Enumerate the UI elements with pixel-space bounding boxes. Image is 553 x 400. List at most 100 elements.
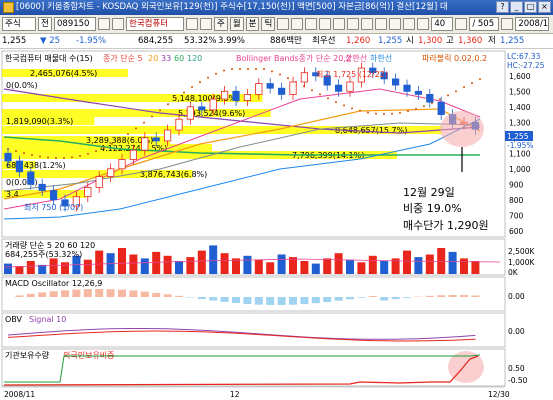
volume-bar bbox=[197, 250, 206, 274]
market-select[interactable]: 주식 bbox=[2, 17, 36, 31]
callout-weight: 비중 19.0% bbox=[403, 202, 462, 215]
parabolic-dot bbox=[143, 121, 145, 124]
candle-body bbox=[4, 152, 12, 162]
price-tick: 700 bbox=[509, 211, 524, 220]
candle-body bbox=[300, 72, 309, 83]
parabolic-dot bbox=[63, 156, 65, 159]
volume-bar bbox=[95, 250, 104, 274]
stock-name: 한국컴퓨터 bbox=[126, 17, 184, 31]
tool-icon-11[interactable] bbox=[417, 18, 430, 30]
parabolic-dot bbox=[55, 157, 57, 160]
maximize-button[interactable]: □ bbox=[524, 1, 537, 13]
tab-tick[interactable]: 틱 bbox=[261, 17, 276, 31]
volume-bar bbox=[83, 259, 92, 274]
parabolic-dot bbox=[87, 152, 89, 155]
trade-volume: 684,255 bbox=[138, 36, 174, 46]
obv-tick: 0.00 bbox=[508, 327, 525, 336]
stock-chart-svg[interactable]: 2,465,076(4.5%) 0(0.0%) 5,148,100(9.3%) 1,8… bbox=[0, 49, 553, 400]
low-price: 1,255 bbox=[500, 36, 525, 46]
candle-body bbox=[437, 101, 445, 115]
total-count: / 505 bbox=[469, 17, 500, 31]
macd-bar bbox=[448, 295, 457, 297]
macd-bar bbox=[425, 295, 434, 297]
macd-legend: MACD Oscillator 12,26,9 bbox=[5, 279, 102, 288]
price-tick: 600 bbox=[509, 227, 524, 236]
parabolic-dot bbox=[383, 112, 385, 115]
parabolic-dot bbox=[359, 109, 361, 112]
prev-icon[interactable] bbox=[186, 18, 198, 30]
macd-bar bbox=[209, 297, 218, 301]
price-tick: 1,300 bbox=[509, 118, 531, 127]
tab-month[interactable]: 월 bbox=[229, 17, 244, 31]
price-tick: 1,100 bbox=[509, 149, 531, 158]
tool-icon-6[interactable] bbox=[347, 18, 360, 30]
parabolic-dot bbox=[479, 78, 481, 81]
zoom-icon[interactable] bbox=[455, 18, 468, 30]
best-ask: 1,260 bbox=[346, 36, 371, 46]
tool-icon-2[interactable] bbox=[291, 18, 304, 30]
tool-icon-9[interactable] bbox=[389, 18, 402, 30]
market-sub-select[interactable]: 전 bbox=[38, 17, 52, 31]
price-tick: 1,500 bbox=[509, 87, 531, 96]
volume-bar bbox=[129, 254, 138, 274]
tool-icon-4[interactable] bbox=[319, 18, 332, 30]
tab-minute[interactable]: 분 bbox=[245, 17, 260, 31]
change-value: ▼ 25 bbox=[40, 36, 61, 46]
date-input[interactable]: 2008/1 bbox=[515, 17, 550, 31]
x-label-end: 12/30 bbox=[488, 390, 510, 399]
parabolic-dot bbox=[367, 111, 369, 114]
macd-bar bbox=[311, 297, 320, 304]
parabolic-dot bbox=[159, 109, 161, 112]
calendar-icon[interactable] bbox=[501, 18, 514, 30]
legend-bollinger: Bollinger Bands종가 단순 20,2 bbox=[236, 53, 351, 63]
candle-body bbox=[391, 78, 400, 86]
parabolic-dot bbox=[23, 152, 25, 155]
macd-bar bbox=[254, 297, 263, 305]
candle-body bbox=[220, 90, 229, 100]
parabolic-dot bbox=[391, 112, 393, 115]
tool-icon-3[interactable] bbox=[305, 18, 318, 30]
macd-bar bbox=[471, 295, 480, 297]
volume-bar bbox=[15, 266, 24, 274]
tool-icon-8[interactable] bbox=[375, 18, 388, 30]
parabolic-dot bbox=[255, 68, 257, 70]
tab-week[interactable]: 주 bbox=[214, 17, 228, 31]
legend-ma60: 60 bbox=[174, 54, 184, 63]
candle-body bbox=[95, 176, 103, 188]
candle-body bbox=[346, 81, 354, 92]
chart-area[interactable]: 2,465,076(4.5%) 0(0.0%) 5,148,100(9.3%) 1,8… bbox=[0, 49, 553, 400]
volume-bar bbox=[209, 245, 218, 274]
candle-body bbox=[403, 84, 411, 92]
tool-icon-7[interactable] bbox=[361, 18, 374, 30]
code-input[interactable]: 089150 bbox=[54, 17, 96, 31]
window-controls: ? _ □ × bbox=[496, 1, 551, 13]
count-input[interactable]: 40 bbox=[431, 17, 454, 31]
volume-bar bbox=[425, 254, 434, 274]
parabolic-dot bbox=[39, 155, 41, 158]
tool-icon-1[interactable] bbox=[277, 18, 290, 30]
inst-tick-2: -0.50 bbox=[508, 376, 528, 385]
macd-bar bbox=[152, 292, 161, 297]
ratio: 3.99% bbox=[218, 36, 246, 46]
next-icon[interactable] bbox=[200, 18, 212, 30]
parabolic-dot bbox=[239, 68, 241, 70]
search-icon[interactable] bbox=[98, 18, 110, 30]
best-bid: 1,255 bbox=[378, 36, 403, 46]
close-button[interactable]: × bbox=[538, 1, 551, 13]
volume-bar bbox=[323, 258, 332, 274]
minimize-button[interactable]: _ bbox=[510, 1, 523, 13]
parabolic-dot bbox=[231, 68, 233, 70]
candle-body bbox=[414, 90, 423, 95]
macd-bar bbox=[243, 297, 252, 304]
tool-icon-5[interactable] bbox=[333, 18, 346, 30]
dropdown-icon[interactable] bbox=[112, 18, 124, 30]
vol-tick-3: 0K bbox=[508, 268, 519, 277]
obv-signal-legend: Signal 10 bbox=[29, 315, 66, 324]
help-button[interactable]: ? bbox=[496, 1, 509, 13]
candle-body bbox=[141, 137, 149, 151]
parabolic-dot bbox=[407, 110, 409, 113]
volume-bar bbox=[403, 250, 411, 274]
tool-icon-10[interactable] bbox=[403, 18, 416, 30]
macd-bar bbox=[61, 290, 69, 297]
macd-bar bbox=[197, 297, 206, 300]
